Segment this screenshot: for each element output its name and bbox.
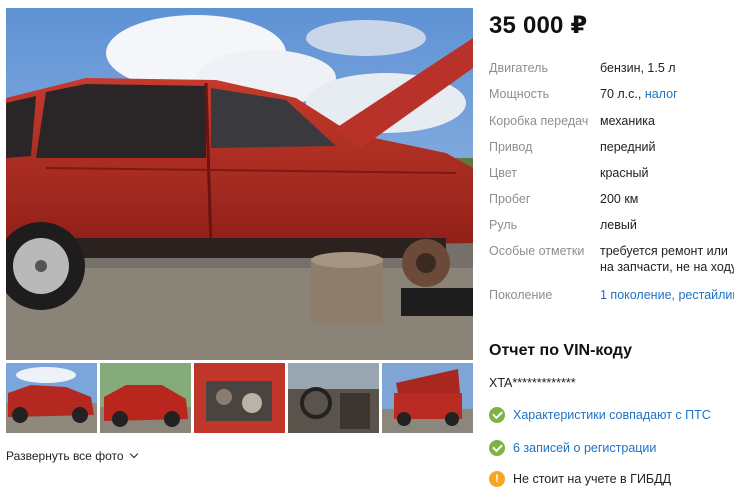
thumbnail-2[interactable] [100, 363, 191, 433]
spec-label: Привод [489, 140, 533, 154]
thumbnail-image [100, 363, 191, 433]
vin-check-gibdd: ! Не стоит на учете в ГИБДД [489, 471, 671, 487]
spec-value: передний [600, 140, 656, 154]
thumbnail-image [6, 363, 97, 433]
vin-check-registrations[interactable]: 6 записей о регистрации [489, 440, 656, 456]
check-circle-icon [489, 407, 505, 423]
spec-label: Коробка передач [489, 114, 589, 128]
car-photo [6, 8, 473, 360]
thumbnail-1[interactable] [6, 363, 97, 433]
warning-icon: ! [489, 471, 505, 487]
thumbnail-5[interactable] [382, 363, 473, 433]
vin-check-text[interactable]: Характеристики совпадают с ПТС [513, 408, 711, 422]
spec-row-generation: Поколение 1 поколение, рестайлинг [489, 287, 734, 305]
thumbnail-image [288, 363, 379, 433]
generation-link[interactable]: 1 поколение, рестайлинг [600, 287, 734, 303]
vin-check-pts[interactable]: Характеристики совпадают с ПТС [489, 407, 711, 423]
vin-check-text[interactable]: 6 записей о регистрации [513, 441, 656, 455]
thumbnail-image [382, 363, 473, 433]
thumbnail-4[interactable] [288, 363, 379, 433]
spec-label: Особые отметки [489, 244, 585, 258]
spec-value: левый [600, 218, 637, 232]
spec-label: Двигатель [489, 61, 548, 75]
vin-code: XTA************* [489, 376, 576, 390]
thumbnail-strip [6, 363, 473, 433]
spec-label: Мощность [489, 87, 550, 101]
spec-label: Руль [489, 218, 518, 232]
spec-label: Пробег [489, 192, 531, 206]
spec-value: механика [600, 114, 655, 128]
spec-value: 200 км [600, 192, 639, 206]
main-photo[interactable] [6, 8, 473, 360]
spec-value: 70 л.с., налог [600, 86, 678, 102]
spec-label: Цвет [489, 166, 518, 180]
check-circle-icon [489, 440, 505, 456]
vin-report-title: Отчет по VIN-коду [489, 342, 633, 359]
expand-all-photos-link[interactable]: Развернуть все фото [6, 449, 138, 463]
thumbnail-3[interactable] [194, 363, 285, 433]
power-value: 70 л.с., [600, 87, 642, 101]
spec-row-notes: Особые отметки требуется ремонт или на з… [489, 243, 734, 279]
spec-value: красный [600, 166, 649, 180]
expand-all-photos-label: Развернуть все фото [6, 449, 124, 463]
vin-check-text: Не стоит на учете в ГИБДД [513, 472, 672, 486]
thumbnail-image [194, 363, 285, 433]
tax-link[interactable]: налог [645, 87, 678, 101]
price: 35 000 ₽ [489, 12, 588, 39]
chevron-down-icon [129, 449, 138, 459]
spec-value: бензин, 1.5 л [600, 61, 676, 75]
spec-label: Поколение [489, 288, 553, 302]
spec-value: требуется ремонт или на запчасти, не на … [600, 244, 734, 274]
